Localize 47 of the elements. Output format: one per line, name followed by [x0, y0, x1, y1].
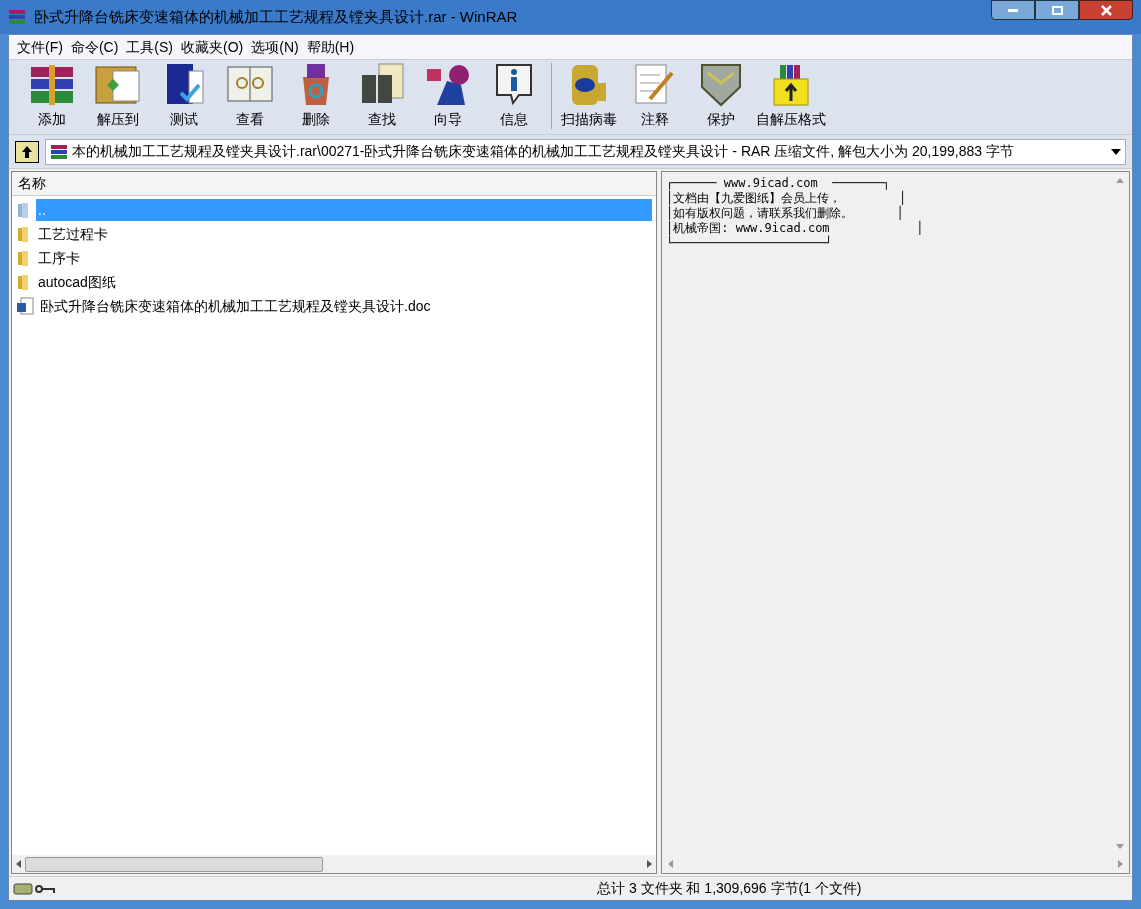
menu-item[interactable]: 工具(S) — [122, 36, 177, 58]
toolbar-button[interactable]: 向导 — [415, 61, 481, 130]
toolbar-button[interactable]: 查看 — [217, 61, 283, 130]
drive-key-icon — [13, 881, 57, 896]
toolbar-button[interactable]: 删除 — [283, 61, 349, 130]
toolbar-button[interactable]: 扫描病毒 — [556, 61, 622, 130]
stacked-books-icon — [8, 8, 26, 26]
close-button[interactable] — [1079, 0, 1133, 20]
file-row[interactable]: 工序卡 — [12, 246, 656, 270]
scroll-thumb[interactable] — [25, 856, 323, 872]
comment-line: │文档由【九爱图纸】会员上传， │ — [666, 191, 908, 206]
scroll-right-icon[interactable] — [647, 860, 652, 868]
comment-line: ┌────── www.9icad.com ───────┐ — [666, 176, 891, 191]
minimize-button[interactable] — [991, 0, 1035, 20]
toolbar-button[interactable]: 自解压格式 — [754, 61, 828, 130]
status-text: 总计 3 文件夹 和 1,309,696 字节(1 个文件) — [597, 879, 862, 898]
toolbar-button[interactable]: 添加 — [19, 61, 85, 130]
toolbar-button[interactable]: 查找 — [349, 61, 415, 130]
file-row[interactable]: 工艺过程卡 — [12, 222, 656, 246]
menu-item[interactable]: 命令(C) — [66, 36, 123, 58]
comment-line: └─────────────────────┘ — [666, 236, 834, 251]
menu-item[interactable]: 选项(N) — [247, 36, 303, 58]
toolbar-button[interactable]: 测试 — [151, 61, 217, 130]
up-arrow-icon — [20, 144, 34, 159]
window-title: 卧式升降台铣床变速箱体的机械加工工艺规程及镗夹具设计.rar - WinRAR — [34, 6, 518, 27]
up-folder-button[interactable] — [15, 140, 39, 163]
menu-item[interactable]: 文件(F) — [13, 36, 67, 58]
toolbar-button[interactable]: 信息 — [481, 61, 547, 130]
toolbar-button[interactable]: 注释 — [622, 61, 688, 130]
address-field[interactable]: 本的机械加工工艺规程及镗夹具设计.rar\00271-卧式升降台铣床变速箱体的机械加工工艺规程及镗夹具设计 - RAR 压缩文件, 解包大小为 20,199,883 字节 — [45, 138, 1126, 165]
file-row[interactable]: autocad图纸 — [12, 270, 656, 294]
column-header[interactable]: 名称 — [12, 172, 656, 196]
toolbar-button[interactable]: 保护 — [688, 61, 754, 130]
maximize-button[interactable] — [1035, 0, 1079, 20]
close-icon — [1100, 4, 1112, 16]
file-row[interactable]: 卧式升降台铣床变速箱体的机械加工工艺规程及镗夹具设计.doc — [12, 294, 656, 318]
menu-item[interactable]: 帮助(H) — [302, 36, 359, 58]
scroll-up-icon[interactable] — [1116, 178, 1124, 183]
word-document-icon — [16, 297, 34, 315]
comment-line: │机械帝国: www.9icad.com │ — [666, 221, 925, 236]
horizontal-scrollbar[interactable] — [12, 855, 656, 873]
toolbar-button[interactable]: 解压到 — [85, 61, 151, 130]
dropdown-caret-icon[interactable] — [1111, 148, 1121, 155]
comment-line: │如有版权问题，请联系我们删除。 │ — [666, 206, 905, 221]
menu-item[interactable]: 收藏夹(O) — [177, 36, 248, 58]
scroll-down-icon[interactable] — [1116, 844, 1124, 849]
archive-icon — [50, 142, 68, 161]
